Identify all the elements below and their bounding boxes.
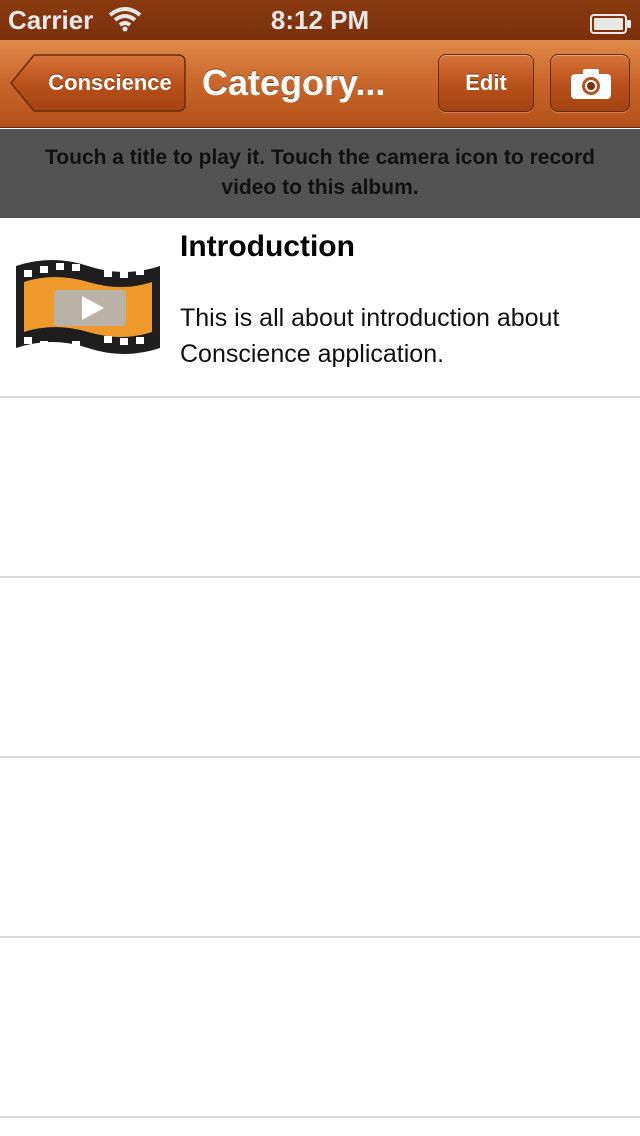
empty-row [0,758,640,938]
empty-row [0,578,640,758]
video-title[interactable]: Introduction [180,230,355,264]
video-description-line-2: Conscience application. [180,340,445,368]
instructions-line-1: Touch a title to play it. Touch the came… [45,146,595,169]
video-description: This is all about introduction about Con… [180,300,630,372]
status-bar: Carrier 8:12 PM [0,0,640,40]
empty-row [0,938,640,1118]
camera-button[interactable] [550,54,630,112]
back-button-label: Conscience [48,70,172,95]
film-strip-icon [12,252,164,367]
navigation-bar: Conscience Category... Edit [0,40,640,128]
instructions-banner: Touch a title to play it. Touch the came… [0,129,640,218]
status-time: 8:12 PM [270,5,370,35]
video-description-line-1: This is all about introduction about [180,304,560,332]
camera-icon [571,69,611,99]
edit-button[interactable]: Edit [438,54,534,112]
video-list: Introduction This is all about introduct… [0,218,640,1118]
empty-row [0,398,640,578]
battery-icon [590,10,632,41]
back-button[interactable]: Conscience [10,54,186,112]
instructions-line-2: video to this album. [221,176,419,199]
page-title: Category... [202,62,386,103]
list-item[interactable]: Introduction This is all about introduct… [0,218,640,398]
